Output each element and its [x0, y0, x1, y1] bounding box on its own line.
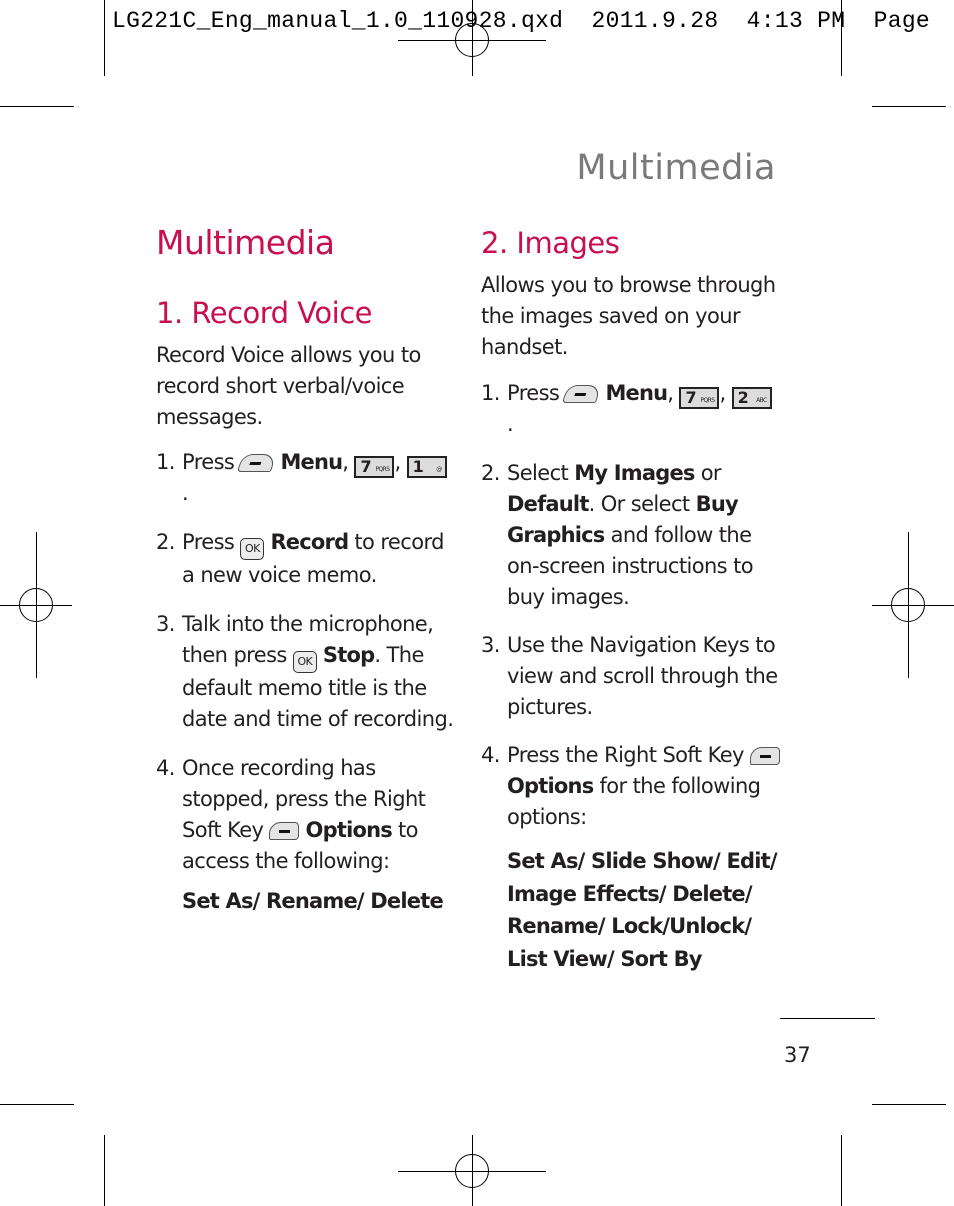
punctuation: ,	[342, 450, 349, 474]
step-2: 2. Press OK Record to record a new voice…	[156, 527, 456, 591]
section-title-images: 2. Images	[481, 226, 620, 260]
slug-date: 2011.9.28	[591, 8, 719, 34]
punctuation: ,	[667, 381, 674, 405]
record-voice-options-list: Set As/ Rename/ Delete	[182, 889, 444, 913]
key-letters: ABC	[756, 397, 767, 404]
key-digit: 1	[412, 457, 424, 476]
key-letters: PQRS	[375, 466, 391, 473]
ok-key-icon: OK	[292, 651, 317, 673]
crop-mark	[104, 0, 105, 76]
default-label: Default	[507, 492, 589, 516]
crop-mark	[841, 1135, 842, 1206]
punctuation: ,	[719, 381, 726, 405]
crop-mark	[0, 106, 74, 107]
running-head: Multimedia	[576, 148, 776, 188]
options-label: Options	[305, 818, 393, 842]
footer-rule	[780, 1018, 875, 1019]
right-soft-key-icon	[269, 822, 300, 840]
slug-line: LG221C_Eng_manual_1.0_110928.qxd 2011.9.…	[112, 8, 930, 34]
registration-circle	[891, 588, 925, 622]
key-digit: 7	[360, 457, 371, 476]
left-soft-key-icon	[562, 385, 603, 403]
left-column: Multimedia 1. Record Voice Record Voice …	[156, 222, 456, 918]
step-number: 4.	[156, 756, 175, 780]
step-1: 1. Press Menu, 7 PQRS, 1 @ .	[156, 447, 456, 509]
step-3: 3. Use the Navigation Keys to view and s…	[481, 630, 781, 723]
step-text: Press	[182, 450, 235, 474]
options-line: Rename/ Lock/Unlock/	[507, 914, 752, 938]
step-number: 3.	[481, 633, 500, 657]
options-line: List View/ Sort By	[507, 946, 703, 971]
menu-label: Menu	[605, 381, 668, 405]
step-number: 2.	[156, 530, 175, 554]
step-text: Press the Right Soft Key	[507, 743, 744, 767]
page-title: Multimedia	[156, 223, 335, 262]
record-label: Record	[270, 530, 349, 554]
crop-mark	[0, 1104, 74, 1105]
key-1-icon: 1 @	[406, 456, 447, 478]
options-label: Options	[507, 774, 594, 798]
step-text: Press	[507, 381, 560, 405]
step-3: 3. Talk into the microphone, then press …	[156, 609, 456, 735]
step-number: 4.	[481, 743, 500, 767]
images-intro: Allows you to browse through the images …	[481, 273, 776, 359]
right-soft-key-icon	[749, 747, 780, 765]
step-number: 2.	[481, 461, 500, 485]
step-2: 2. Select My Images or Default. Or selec…	[481, 458, 781, 613]
step-text: or	[700, 461, 722, 485]
step-1: 1. Press Menu, 7 PQRS, 2 ABC .	[481, 378, 781, 440]
key-letters: PQRS	[700, 397, 716, 404]
punctuation: .	[182, 481, 189, 505]
key-2-icon: 2 ABC	[731, 387, 772, 409]
crop-mark	[872, 1104, 946, 1105]
my-images-label: My Images	[574, 461, 695, 485]
step-number: 1.	[156, 450, 175, 474]
key-7-icon: 7 PQRS	[354, 456, 395, 478]
key-digit: 2	[737, 388, 749, 407]
left-soft-key-icon	[237, 454, 278, 472]
page-number: 37	[784, 1043, 811, 1067]
menu-label: Menu	[280, 450, 343, 474]
step-text: Use the Navigation Keys to view and scro…	[507, 633, 778, 719]
section-title-record-voice: 1. Record Voice	[156, 296, 372, 330]
record-voice-intro: Record Voice allows you to record short …	[156, 343, 421, 429]
images-options-list: Set As/ Slide Show/ Edit/ Image Effects/…	[481, 845, 781, 975]
step-number: 1.	[481, 381, 500, 405]
step-text: Press	[182, 530, 235, 554]
crop-mark	[104, 1135, 105, 1206]
step-text: . Or select	[588, 492, 691, 516]
step-text: Select	[507, 461, 569, 485]
slug-ampm: PM	[817, 8, 846, 34]
punctuation: .	[507, 412, 514, 436]
punctuation: ,	[394, 450, 401, 474]
right-column: 2. Images Allows you to browse through t…	[481, 222, 781, 975]
slug-page-label: Page	[873, 8, 931, 34]
step-number: 3.	[156, 612, 175, 636]
ok-key-icon: OK	[240, 538, 265, 560]
key-letters: @	[436, 466, 442, 473]
crop-mark	[872, 106, 946, 107]
step-4: 4. Once recording has stopped, press the…	[156, 753, 456, 877]
stop-label: Stop	[322, 643, 375, 667]
key-7-icon: 7 PQRS	[679, 387, 720, 409]
slug-time: 4:13	[746, 8, 804, 34]
key-digit: 7	[685, 388, 696, 407]
options-line: Image Effects/ Delete/	[507, 881, 753, 906]
slug-filename: LG221C_Eng_manual_1.0_110928.qxd	[112, 8, 564, 34]
registration-circle	[19, 588, 53, 622]
registration-circle	[455, 1154, 489, 1188]
step-4: 4. Press the Right Soft Key Options for …	[481, 740, 781, 833]
options-line: Set As/ Slide Show/ Edit/	[507, 849, 778, 873]
